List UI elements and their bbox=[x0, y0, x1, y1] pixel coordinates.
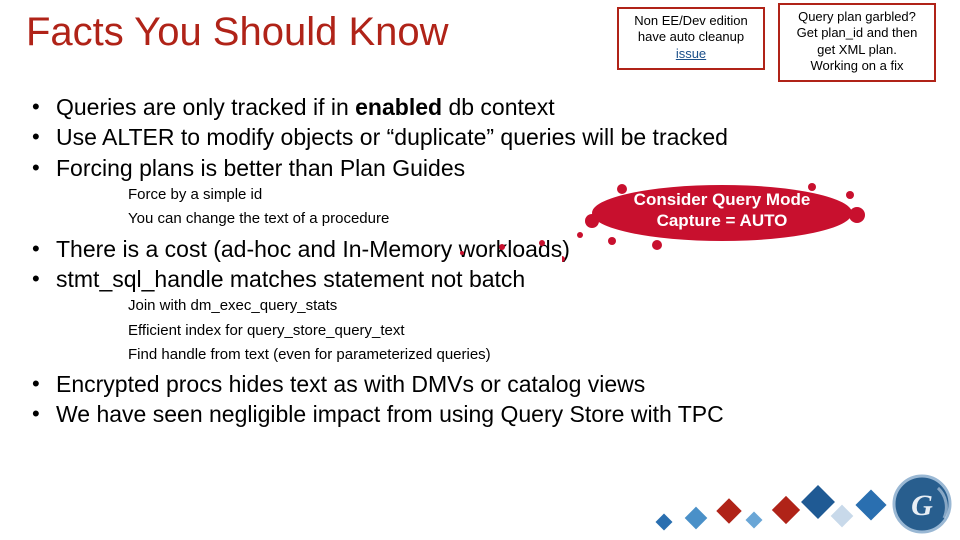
bullet-item: Encrypted procs hides text as with DMVs … bbox=[26, 369, 940, 399]
callout-line: Query plan garbled? bbox=[786, 9, 928, 25]
text-bold: enabled bbox=[355, 94, 442, 120]
callout-line: get XML plan. bbox=[786, 42, 928, 58]
slide-body: Queries are only tracked if in enabled d… bbox=[26, 92, 940, 430]
bullet-item: Forcing plans is better than Plan Guides… bbox=[26, 153, 940, 230]
sub-bullet: Efficient index for query_store_query_te… bbox=[128, 321, 940, 341]
bullet-item: There is a cost (ad-hoc and In-Memory wo… bbox=[26, 234, 940, 264]
sub-bullet: You can change the text of a procedure bbox=[128, 209, 940, 229]
callout-query-plan: Query plan garbled? Get plan_id and then… bbox=[778, 3, 936, 82]
bullet-item: stmt_sql_handle matches statement not ba… bbox=[26, 264, 940, 365]
callout-line: Working on a fix bbox=[786, 58, 928, 74]
callout-line: Non EE/Dev edition bbox=[625, 13, 757, 29]
callout-link[interactable]: issue bbox=[676, 46, 706, 61]
bullet-item: We have seen negligible impact from usin… bbox=[26, 399, 940, 429]
text: Forcing plans is better than Plan Guides bbox=[56, 155, 465, 181]
decorative-mosaic bbox=[648, 480, 908, 538]
text: stmt_sql_handle matches statement not ba… bbox=[56, 266, 525, 292]
slide-title: Facts You Should Know bbox=[26, 10, 449, 55]
callout-line: have auto cleanup bbox=[625, 29, 757, 45]
bullet-item: Use ALTER to modify objects or “duplicat… bbox=[26, 122, 940, 152]
bullet-item: Queries are only tracked if in enabled d… bbox=[26, 92, 940, 122]
callout-auto-cleanup: Non EE/Dev edition have auto cleanup iss… bbox=[617, 7, 765, 70]
sub-bullet: Find handle from text (even for paramete… bbox=[128, 345, 940, 365]
sub-bullet: Join with dm_exec_query_stats bbox=[128, 296, 940, 316]
logo-icon: G bbox=[890, 472, 954, 536]
text: Queries are only tracked if in bbox=[56, 94, 355, 120]
callout-line: Get plan_id and then bbox=[786, 25, 928, 41]
text: db context bbox=[442, 94, 555, 120]
sub-bullet: Force by a simple id bbox=[128, 185, 940, 205]
svg-text:G: G bbox=[911, 489, 933, 522]
